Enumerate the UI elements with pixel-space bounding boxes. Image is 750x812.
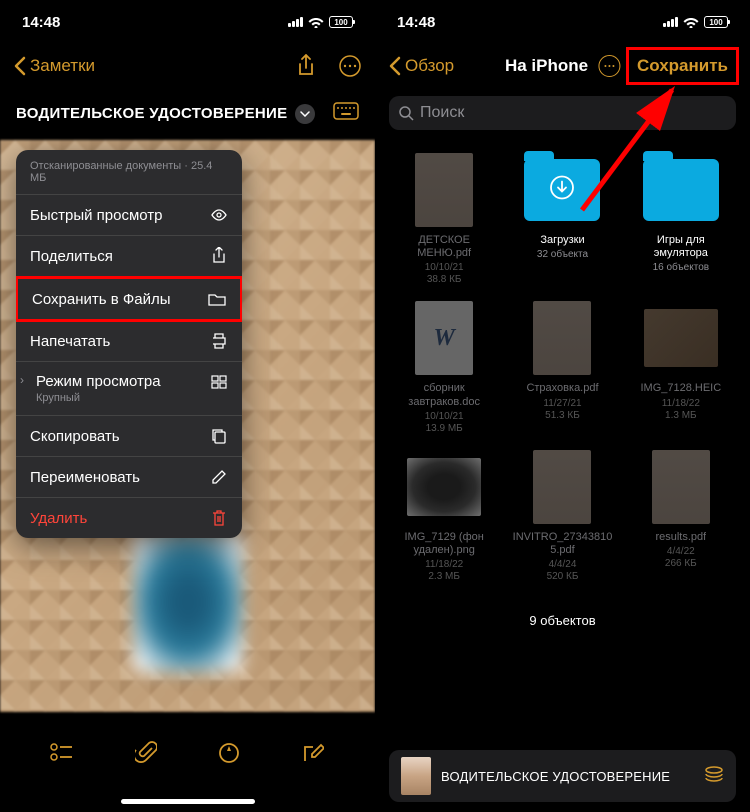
- file-name: IMG_7128.HEIC: [640, 382, 721, 395]
- status-time: 14:48: [397, 14, 435, 31]
- menu-share[interactable]: Поделиться: [16, 236, 242, 277]
- draw-icon[interactable]: [216, 740, 242, 766]
- file-item[interactable]: Загрузки 32 объекта: [507, 152, 617, 286]
- printer-icon: [210, 332, 228, 350]
- file-thumb: [524, 449, 600, 525]
- chevron-down-icon[interactable]: [295, 104, 315, 124]
- file-thumb: [524, 300, 600, 376]
- more-icon[interactable]: [339, 55, 361, 77]
- file-meta: 11/18/221.3 МБ: [662, 398, 700, 422]
- file-meta: 10/10/2138.8 КБ: [425, 262, 464, 286]
- file-meta: 4/4/22266 КБ: [665, 546, 697, 570]
- file-meta: 10/10/2113.9 МБ: [425, 411, 464, 435]
- file-meta: 11/27/2151.3 КБ: [543, 398, 581, 422]
- file-name: ДЕТСКОЕ МЕНЮ.pdf: [394, 234, 494, 260]
- battery-icon: 100: [329, 16, 353, 28]
- file-item[interactable]: IMG_7129 (фон удален).png11/18/222.3 МБ: [389, 449, 499, 583]
- share-icon: [210, 247, 228, 265]
- eye-icon: [210, 206, 228, 224]
- file-thumb: [643, 152, 719, 228]
- status-icons: 100: [663, 16, 728, 28]
- more-icon[interactable]: [598, 55, 620, 77]
- save-button[interactable]: Сохранить: [626, 47, 739, 85]
- file-name: Загрузки: [540, 234, 584, 247]
- share-icon[interactable]: [295, 55, 317, 77]
- pencil-icon: [210, 468, 228, 486]
- menu-print[interactable]: Напечатать: [16, 321, 242, 362]
- back-button[interactable]: Обзор: [389, 56, 454, 76]
- menu-view-mode[interactable]: › Режим просмотра Крупный: [16, 362, 242, 416]
- file-item[interactable]: INVITRO_27343810 5.pdf4/4/24520 КБ: [507, 449, 617, 583]
- context-menu: Отсканированные документы · 25.4 МБ Быст…: [16, 150, 242, 538]
- file-item[interactable]: IMG_7128.HEIC 11/18/221.3 МБ: [626, 300, 736, 434]
- note-title-row: ВОДИТЕЛЬСКОЕ УДОСТОВЕРЕНИЕ: [0, 88, 375, 135]
- copy-icon: [210, 427, 228, 445]
- menu-header: Отсканированные документы · 25.4 МБ: [16, 150, 242, 195]
- file-item[interactable]: Wсборник завтраков.doc 10/10/2113.9 МБ: [389, 300, 499, 434]
- file-item[interactable]: results.pdf 4/4/22266 КБ: [626, 449, 736, 583]
- file-preview-thumb: [401, 757, 431, 795]
- back-label: Обзор: [405, 56, 454, 76]
- signal-icon: [288, 17, 303, 27]
- wifi-icon: [683, 16, 699, 28]
- object-count: 9 объектов: [375, 597, 750, 644]
- file-meta: 16 объектов: [653, 262, 710, 274]
- menu-copy[interactable]: Скопировать: [16, 416, 242, 457]
- file-to-save-bar[interactable]: ВОДИТЕЛЬСКОЕ УДОСТОВЕРЕНИЕ: [389, 750, 736, 802]
- battery-icon: 100: [704, 16, 728, 28]
- files-grid: ДЕТСКОЕ МЕНЮ.pdf10/10/2138.8 КБ Загрузки 3…: [375, 138, 750, 597]
- trash-icon: [210, 509, 228, 527]
- signal-icon: [663, 17, 678, 27]
- note-title: ВОДИТЕЛЬСКОЕ УДОСТОВЕРЕНИЕ: [16, 105, 287, 122]
- file-thumb: W: [406, 300, 482, 376]
- status-bar: 14:48 100: [375, 0, 750, 44]
- file-to-save-name: ВОДИТЕЛЬСКОЕ УДОСТОВЕРЕНИЕ: [441, 769, 694, 784]
- back-button[interactable]: Заметки: [14, 56, 95, 76]
- back-label: Заметки: [30, 56, 95, 76]
- file-name: IMG_7129 (фон удален).png: [394, 531, 494, 557]
- layout-icon: [210, 373, 228, 391]
- file-meta: 32 объекта: [537, 249, 588, 261]
- file-thumb: [643, 300, 719, 376]
- attachment-icon[interactable]: [133, 740, 159, 766]
- file-name: сборник завтраков.doc: [394, 382, 494, 408]
- file-name: Игры для эмулятора: [631, 234, 731, 260]
- status-time: 14:48: [22, 14, 60, 31]
- keyboard-icon[interactable]: [333, 102, 359, 125]
- file-name: results.pdf: [655, 531, 706, 544]
- menu-delete[interactable]: Удалить: [16, 498, 242, 538]
- file-item[interactable]: Игры для эмулятора 16 объектов: [626, 152, 736, 286]
- menu-rename[interactable]: Переименовать: [16, 457, 242, 498]
- folder-icon: [208, 290, 226, 308]
- wifi-icon: [308, 16, 324, 28]
- stack-icon: [704, 766, 724, 787]
- menu-quick-look[interactable]: Быстрый просмотр: [16, 195, 242, 236]
- status-bar: 14:48 100: [0, 0, 375, 44]
- chevron-right-icon: ›: [20, 373, 24, 387]
- checklist-icon[interactable]: [49, 740, 75, 766]
- file-thumb: [406, 152, 482, 228]
- file-thumb: [406, 449, 482, 525]
- location-title: На iPhone: [505, 56, 588, 76]
- search-placeholder: Поиск: [420, 104, 464, 122]
- files-nav: Обзор На iPhone Сохранить: [375, 44, 750, 88]
- file-thumb: [643, 449, 719, 525]
- nav-bar: Заметки: [0, 44, 375, 88]
- file-item[interactable]: Страховка.pdf 11/27/2151.3 КБ: [507, 300, 617, 434]
- menu-save-files[interactable]: Сохранить в Файлы: [16, 276, 242, 322]
- search-input[interactable]: Поиск: [389, 96, 736, 130]
- file-name: INVITRO_27343810 5.pdf: [512, 531, 612, 557]
- phone-left-notes: 14:48 100 Заметки: [0, 0, 375, 812]
- file-item[interactable]: ДЕТСКОЕ МЕНЮ.pdf10/10/2138.8 КБ: [389, 152, 499, 286]
- status-icons: 100: [288, 16, 353, 28]
- search-icon: [399, 106, 414, 121]
- compose-icon[interactable]: [300, 740, 326, 766]
- file-meta: 4/4/24520 КБ: [547, 559, 579, 583]
- home-indicator[interactable]: [121, 799, 255, 804]
- file-meta: 11/18/222.3 МБ: [425, 559, 463, 583]
- bottom-toolbar: [0, 728, 375, 812]
- phone-right-files: 14:48 100 Обзор На iPhone Сохранить: [375, 0, 750, 812]
- file-name: Страховка.pdf: [526, 382, 598, 395]
- file-thumb: [524, 152, 600, 228]
